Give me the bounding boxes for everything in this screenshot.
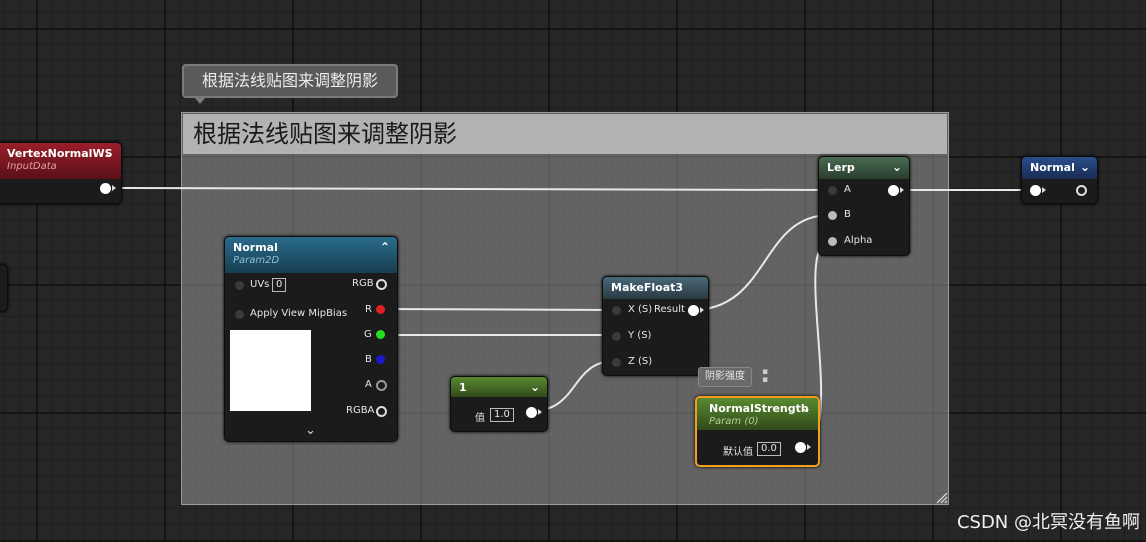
chevron-down-icon[interactable]: ⌄ <box>892 160 902 174</box>
param-output-pin[interactable] <box>796 443 805 452</box>
pin-arrow-icon <box>112 185 116 191</box>
z-input-pin[interactable] <box>612 358 621 367</box>
normal-output-node[interactable]: Normal ⌄ <box>1021 156 1098 204</box>
y-input-pin[interactable] <box>612 332 621 341</box>
rgb-output-pin[interactable] <box>376 279 387 290</box>
chevron-down-icon[interactable]: ⌄ <box>104 146 114 160</box>
a-input-pin[interactable] <box>828 186 837 195</box>
normal-output-pin[interactable] <box>1076 185 1087 196</box>
chevron-down-icon[interactable]: ⌄ <box>530 380 540 394</box>
output-pin[interactable] <box>101 184 110 193</box>
node-subtitle: InputData <box>7 161 57 172</box>
uvs-input-pin[interactable] <box>235 281 244 290</box>
node-title: Lerp <box>827 161 855 174</box>
offscreen-node[interactable] <box>0 264 8 312</box>
vertexnormalws-node[interactable]: VertexNormalWS InputData ⌄ <box>0 142 122 204</box>
pin-arrow-icon <box>900 187 904 193</box>
node-title: VertexNormalWS <box>7 147 113 160</box>
r-output-pin[interactable] <box>376 305 385 314</box>
value-field[interactable]: 1.0 <box>490 408 514 422</box>
normal-input-pin[interactable] <box>1031 186 1040 195</box>
uvs-label: UVs <box>250 279 270 290</box>
lerp-node[interactable]: Lerp ⌄ A B Alpha <box>818 156 910 256</box>
pin-arrow-icon <box>700 307 704 313</box>
chevron-down-icon[interactable]: ⌄ <box>305 423 316 438</box>
value-label: 值 <box>475 413 485 424</box>
mipbias-label: Apply View MipBias <box>250 308 348 319</box>
value-output-pin[interactable] <box>527 408 536 417</box>
makefloat3-node[interactable]: MakeFloat3 X (S) Result Y (S) Z (S) <box>602 276 709 376</box>
normal-texture-node[interactable]: Normal Param2D ⌃ UVs 0 Apply View MipBia… <box>224 236 398 442</box>
node-title: MakeFloat3 <box>611 281 684 294</box>
watermark: CSDN @北冥没有鱼啊 <box>956 512 1140 533</box>
alpha-label: Alpha <box>844 235 873 246</box>
pin-arrow-icon <box>538 409 542 415</box>
drag-handle-icon[interactable]: ▪ ▪ <box>762 368 768 385</box>
chevron-down-icon[interactable]: ⌄ <box>1080 160 1090 174</box>
z-label: Z (S) <box>628 356 653 367</box>
chevron-up-icon[interactable]: ⌃ <box>380 240 390 254</box>
mipbias-input-pin[interactable] <box>235 310 244 319</box>
node-title: Normal <box>1030 161 1075 174</box>
texture-preview <box>230 330 311 411</box>
wire-r-to-x <box>379 308 616 311</box>
b-label: B <box>365 354 372 365</box>
a-label: A <box>844 184 851 195</box>
node-title: NormalStrength <box>709 402 809 415</box>
normalstrength-node[interactable]: NormalStrength Param (0) ⌄ 默认值 0.0 <box>695 396 820 467</box>
lerp-output-pin[interactable] <box>889 186 898 195</box>
default-label: 默认值 <box>723 447 753 458</box>
result-label: Result <box>654 304 685 315</box>
rgba-label: RGBA <box>346 405 375 416</box>
a-output-pin[interactable] <box>376 380 387 391</box>
node-subtitle: Param (0) <box>709 416 759 427</box>
pin-arrow-icon <box>1042 187 1046 193</box>
node-subtitle: Param2D <box>233 255 280 266</box>
uvs-value[interactable]: 0 <box>272 278 287 292</box>
g-label: G <box>364 329 372 340</box>
a-label: A <box>365 379 372 390</box>
wire-result-to-lerp-b <box>691 214 831 311</box>
y-label: Y (S) <box>628 330 652 341</box>
b-input-pin[interactable] <box>828 211 837 220</box>
wire-vertexnormal-to-lerp-a <box>109 187 831 191</box>
g-output-pin[interactable] <box>376 330 385 339</box>
b-label: B <box>844 209 851 220</box>
rgb-label: RGB <box>352 278 374 289</box>
pin-arrow-icon <box>807 444 811 450</box>
chevron-down-icon[interactable]: ⌄ <box>801 401 811 415</box>
x-input-pin[interactable] <box>612 306 621 315</box>
shadow-strength-tag[interactable]: 阴影强度 <box>698 367 752 387</box>
x-label: X (S) <box>628 304 653 315</box>
rgba-output-pin[interactable] <box>376 406 387 417</box>
result-output-pin[interactable] <box>689 306 698 315</box>
wire-layer <box>109 187 1034 447</box>
alpha-input-pin[interactable] <box>828 237 837 246</box>
node-title: Normal <box>233 241 278 254</box>
default-value-field[interactable]: 0.0 <box>757 442 781 456</box>
b-output-pin[interactable] <box>376 355 385 364</box>
node-title: 1 <box>459 381 467 394</box>
constant-node[interactable]: 1 ⌄ 值 1.0 <box>450 376 548 432</box>
r-label: R <box>365 304 372 315</box>
